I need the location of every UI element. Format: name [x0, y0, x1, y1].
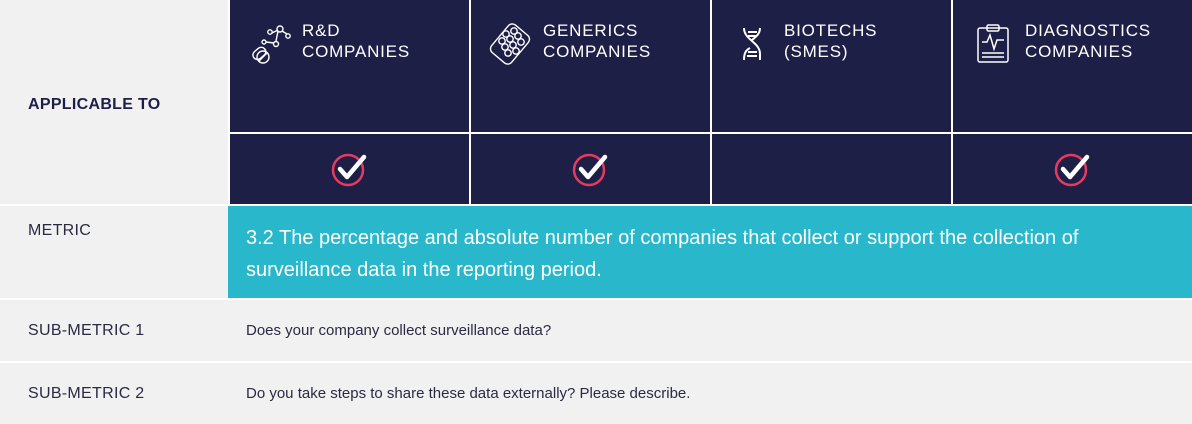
molecule-pill-icon — [252, 25, 291, 64]
check-cell-diagnostics — [951, 132, 1192, 204]
column-label-diagnostics: DIAGNOSTICS COMPANIES — [1025, 21, 1151, 61]
column-label-rd: R&D COMPANIES — [302, 21, 410, 61]
column-header-diagnostics: DIAGNOSTICS COMPANIES — [951, 0, 1192, 132]
check-cell-rd — [228, 132, 469, 204]
sub-metric-2-label: SUB-METRIC 2 — [0, 363, 228, 424]
clipboard-pulse-icon — [977, 24, 1009, 63]
column-label-biotechs: BIOTECHS (SMES) — [784, 21, 878, 61]
dna-icon — [743, 27, 761, 61]
check-cell-generics — [469, 132, 710, 204]
column-header-generics: GENERICS COMPANIES — [469, 0, 710, 132]
column-header-biotechs: BIOTECHS (SMES) — [710, 0, 951, 132]
pill-blister-icon — [489, 23, 531, 65]
sub-metric-1-text: Does your company collect surveillance d… — [228, 300, 1192, 361]
checkmark-icon — [1054, 153, 1089, 187]
sub-metric-1-label: SUB-METRIC 1 — [0, 300, 228, 361]
company-types-header: R&D COMPANIES GENERICS COMPANIES BIOTECH… — [228, 0, 1192, 204]
column-label-generics: GENERICS COMPANIES — [543, 21, 651, 61]
check-cell-biotechs — [710, 132, 951, 204]
column-header-rd: R&D COMPANIES — [228, 0, 469, 132]
checkmark-icon — [572, 153, 607, 187]
checkmark-icon — [331, 153, 366, 187]
metric-table: APPLICABLE TO R&D COMPANIES GENERICS COM… — [0, 0, 1192, 424]
metric-description: 3.2 The percentage and absolute number o… — [228, 206, 1192, 298]
metric-label: METRIC — [0, 206, 228, 298]
applicable-to-label: APPLICABLE TO — [0, 0, 228, 204]
sub-metric-2-text: Do you take steps to share these data ex… — [228, 363, 1192, 424]
